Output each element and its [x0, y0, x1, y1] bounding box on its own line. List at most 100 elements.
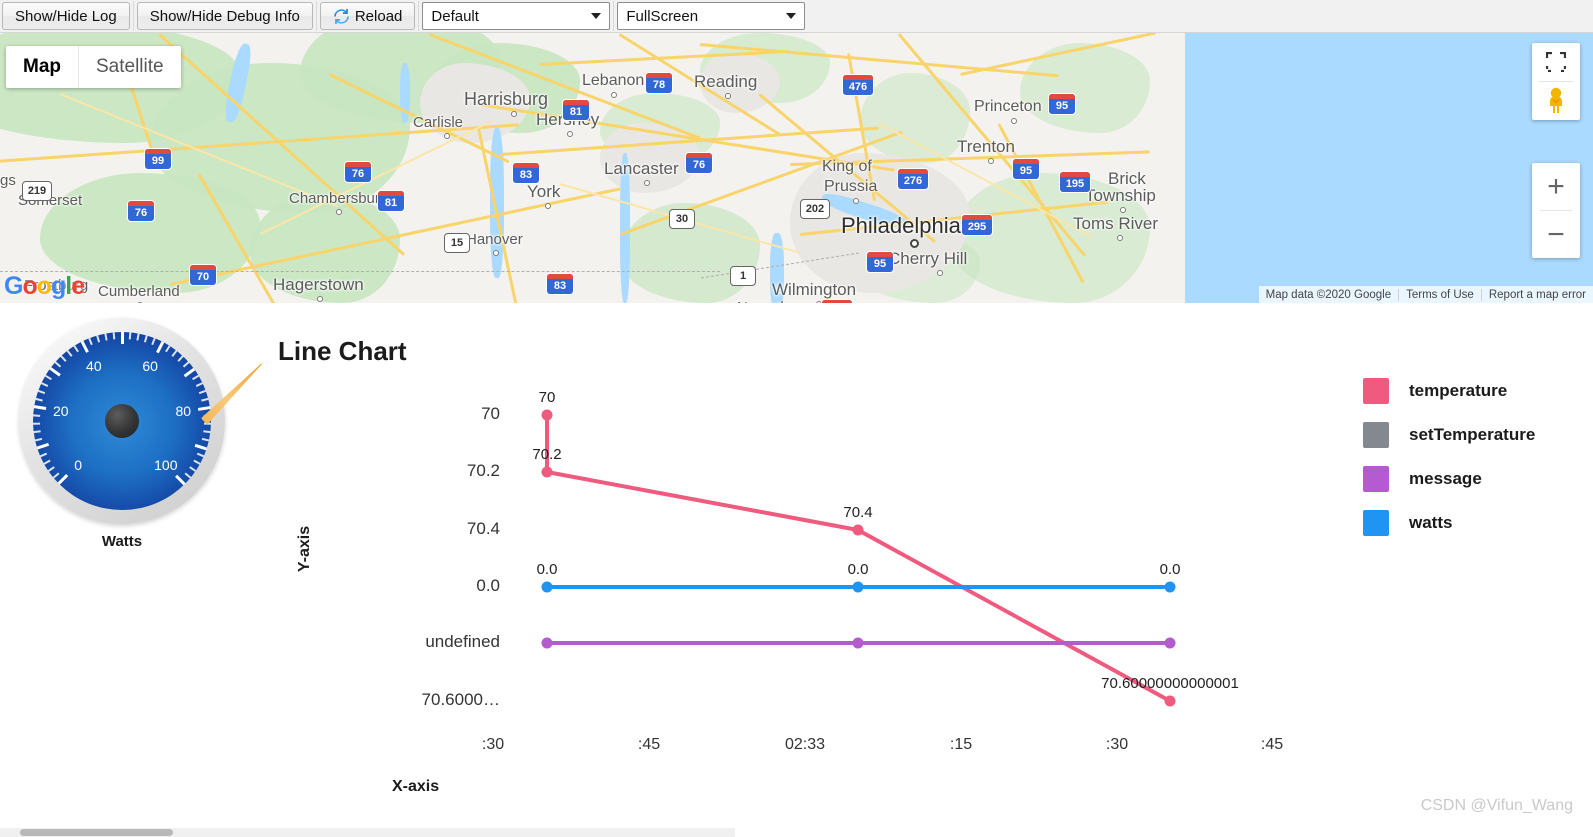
scrollbar-thumb[interactable] [20, 829, 173, 836]
gauge-hub [105, 404, 139, 438]
chart-data-label: 0.0 [536, 561, 558, 578]
chart-data-point[interactable] [852, 524, 864, 536]
map-city-label: Prussia [824, 178, 878, 195]
map-city-dot [643, 180, 650, 186]
toolbar-divider [132, 1, 134, 31]
chart-data-point[interactable] [1164, 695, 1176, 707]
chart-y-tick-label: 70.6000… [421, 690, 500, 709]
chart-data-point[interactable] [1164, 637, 1176, 649]
show-hide-debug-info-button[interactable]: Show/Hide Debug Info [136, 2, 313, 30]
legend-color-swatch [1363, 422, 1389, 448]
route-shield-icon: 78 [646, 73, 672, 93]
route-shield-icon: 76 [345, 162, 371, 182]
route-shield-icon: 95 [867, 252, 893, 272]
route-shield-icon: 295 [962, 215, 992, 235]
gauge-tick-label: 100 [154, 456, 178, 473]
chart-y-tick-label: undefined [425, 632, 500, 651]
map-city-dot [544, 203, 551, 209]
chart-legend[interactable]: temperature setTemperature message watts [1363, 378, 1535, 536]
map-type-control[interactable]: Map Satellite [6, 46, 181, 88]
map-city-label: Chambersburg [289, 190, 389, 207]
google-logo: Google [4, 272, 85, 300]
map-city-label: York [527, 182, 561, 201]
zoom-in-button[interactable]: + [1532, 163, 1580, 210]
route-shield-icon: 83 [513, 163, 539, 183]
map-type-map-button[interactable]: Map [6, 46, 78, 88]
chart-y-tick-label: 0.0 [476, 576, 500, 595]
chart-y-tick-label: 70 [481, 404, 500, 423]
chart-data-point[interactable] [1164, 581, 1176, 593]
chart-data-label: 70.60000000000001 [1101, 675, 1239, 692]
chart-data-point[interactable] [541, 466, 553, 478]
chart-y-tick-label: 70.4 [466, 519, 500, 538]
chart-data-point[interactable] [852, 581, 864, 593]
chart-x-tick-label: :15 [949, 736, 973, 753]
map-city-dot [987, 158, 994, 164]
chart-x-tick-label: :45 [1260, 736, 1284, 753]
gauge-face: 0 20 40 60 80 100 [33, 332, 211, 510]
reload-button[interactable]: Reload [319, 2, 416, 30]
route-shield-icon: 95 [1049, 94, 1075, 114]
chart-x-tick-label: 02:33 [784, 736, 826, 753]
legend-color-swatch [1363, 510, 1389, 536]
route-shield-icon: 95 [1013, 159, 1039, 179]
profile-select-value: Default [431, 7, 479, 25]
watermark: CSDN @Vifun_Wang [1420, 797, 1573, 814]
map-city-label: Toms River [1073, 214, 1159, 233]
gauge-tick-label: 20 [52, 403, 69, 420]
map-city-label: Hagerstown [273, 275, 364, 294]
legend-item-message[interactable]: message [1363, 466, 1535, 492]
legend-color-swatch [1363, 466, 1389, 492]
legend-label: temperature [1409, 381, 1508, 400]
chart-data-point[interactable] [541, 409, 553, 421]
route-shield-icon: 81 [378, 191, 404, 211]
map-city-label: Cherry Hill [888, 249, 968, 268]
map-fullscreen-streetview-control[interactable] [1532, 43, 1580, 120]
legend-item-settemperature[interactable]: setTemperature [1363, 422, 1535, 448]
map-zoom-control[interactable]: + − [1532, 163, 1580, 258]
show-hide-log-button[interactable]: Show/Hide Log [2, 2, 130, 30]
line-chart-panel: Line Chart Y-axis X-axis 70 70.2 70.4 0.0 un… [240, 318, 1593, 818]
map-type-satellite-button[interactable]: Satellite [78, 46, 181, 88]
chevron-down-icon [591, 13, 602, 19]
display-mode-select-value: FullScreen [626, 7, 699, 25]
map-city-label: Cumberland [98, 283, 180, 300]
map-city-label: Township [1085, 186, 1156, 205]
map-city-dot [909, 239, 919, 248]
legend-color-swatch [1363, 378, 1389, 404]
map-data-attribution: Map data ©2020 Google [1265, 288, 1392, 301]
chart-data-point[interactable] [852, 637, 864, 649]
chart-data-label: 70 [538, 389, 556, 406]
route-shield-icon: 276 [898, 169, 928, 189]
google-map[interactable]: Somerset gs Frostburg Cumberland Chambersbur… [0, 33, 1593, 303]
chart-data-label: 70.2 [532, 446, 562, 463]
map-attribution: Map data ©2020 Google Terms of Use Repor… [1258, 286, 1593, 303]
route-shield-icon: 476 [843, 75, 873, 95]
toolbar-divider [418, 1, 420, 31]
map-city-label: King of [822, 158, 872, 175]
toolbar-divider [613, 1, 615, 31]
chart-x-tick-label: :30 [1105, 736, 1129, 753]
chart-data-point[interactable] [541, 637, 553, 649]
zoom-out-button[interactable]: − [1532, 211, 1580, 258]
legend-item-watts[interactable]: watts [1363, 510, 1535, 536]
map-city-dot [137, 302, 143, 303]
map-city-label: Princeton [974, 98, 1042, 115]
horizontal-scrollbar[interactable] [0, 828, 735, 837]
terms-of-use-link[interactable]: Terms of Use [1398, 288, 1481, 301]
display-mode-select[interactable]: FullScreen [617, 2, 806, 30]
route-shield-icon: 76 [686, 153, 712, 173]
legend-item-temperature[interactable]: temperature [1363, 378, 1535, 404]
route-shield-icon: 99 [145, 149, 171, 169]
street-view-pegman-button[interactable] [1532, 82, 1580, 120]
fullscreen-button[interactable] [1532, 43, 1580, 81]
watts-gauge-widget: 0 20 40 60 80 100 Watts [12, 318, 232, 550]
report-map-error-link[interactable]: Report a map error [1480, 288, 1593, 301]
map-city-dot [724, 93, 731, 99]
reload-label: Reload [354, 7, 403, 25]
chart-data-point[interactable] [541, 581, 553, 593]
chart-data-label: 0.0 [1159, 561, 1181, 578]
profile-select[interactable]: Default [422, 2, 611, 30]
legend-label: watts [1409, 513, 1453, 532]
route-shield-icon: 15 [444, 233, 470, 253]
